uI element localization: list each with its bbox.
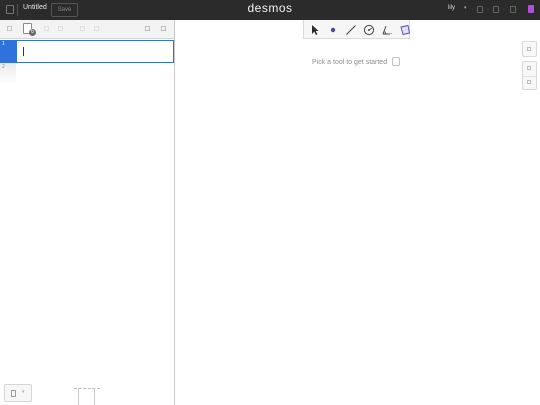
circle-icon — [363, 24, 375, 36]
zoom-controls — [522, 61, 537, 90]
redo-icon[interactable] — [58, 26, 63, 31]
settings-icon[interactable] — [80, 26, 85, 31]
circle-tool[interactable] — [360, 20, 378, 39]
hide-list-icon[interactable] — [145, 26, 150, 31]
graph-title[interactable]: Untitled — [23, 4, 47, 11]
graph-canvas[interactable]: Pick a tool to get started — [176, 39, 540, 405]
expression-input[interactable] — [16, 40, 174, 63]
collapse-panel-icon[interactable] — [161, 26, 166, 31]
resize-guide — [94, 388, 95, 405]
desmos-logo: desmos — [247, 1, 293, 15]
expression-gutter[interactable]: 1 — [0, 40, 16, 63]
help-tooltip-icon[interactable] — [392, 57, 400, 66]
account-icon[interactable] — [528, 5, 534, 13]
expression-row[interactable]: 2 — [0, 63, 174, 85]
top-bar: Untitled Save desmos lily ▾ — [0, 0, 540, 20]
expression-gutter[interactable]: 2 — [0, 63, 16, 85]
wrench-icon — [527, 47, 531, 51]
help-icon[interactable] — [477, 6, 483, 13]
user-name[interactable]: lily — [448, 5, 455, 11]
angle-tool[interactable] — [378, 20, 396, 39]
resize-guide — [78, 388, 79, 405]
expression-number: 2 — [2, 64, 5, 70]
zoom-in-icon[interactable] — [527, 66, 531, 70]
expression-panel: ↻ 1 2 ▾ — [0, 20, 175, 405]
polygon-tool[interactable] — [396, 20, 414, 39]
globe-icon[interactable] — [493, 6, 499, 13]
zoom-divider — [523, 76, 536, 77]
segment-tool[interactable] — [342, 20, 360, 39]
save-button[interactable]: Save — [51, 3, 78, 17]
keypad-toggle-button[interactable]: ▾ — [4, 384, 32, 402]
add-item-icon[interactable] — [7, 26, 12, 31]
point-icon — [330, 27, 336, 33]
panel-resize-handle[interactable] — [74, 386, 100, 405]
edit-list-icon[interactable] — [94, 26, 99, 31]
angle-icon — [382, 25, 392, 35]
keyboard-icon — [11, 390, 16, 397]
expression-toolbar: ↻ — [0, 20, 174, 39]
expression-number: 1 — [2, 41, 5, 47]
calculator-badge-icon: ↻ — [29, 29, 36, 36]
geometry-toolbar — [303, 20, 411, 39]
expression-row[interactable]: 1 — [0, 40, 174, 63]
point-tool[interactable] — [324, 20, 342, 39]
share-icon[interactable] — [510, 6, 516, 13]
pointer-tool[interactable] — [306, 20, 324, 39]
text-cursor — [23, 47, 24, 56]
polygon-icon — [400, 24, 411, 36]
graph-settings-button[interactable] — [522, 41, 537, 57]
hamburger-icon[interactable] — [6, 5, 14, 14]
undo-icon[interactable] — [44, 26, 49, 31]
user-menu-caret[interactable]: ▾ — [464, 5, 467, 11]
header-divider — [17, 4, 18, 16]
cursor-arrow-icon — [312, 25, 319, 35]
tool-hint: Pick a tool to get started — [312, 59, 388, 66]
line-segment-icon — [346, 25, 356, 35]
chevron-down-icon: ▾ — [22, 389, 25, 395]
zoom-out-icon[interactable] — [527, 80, 531, 84]
